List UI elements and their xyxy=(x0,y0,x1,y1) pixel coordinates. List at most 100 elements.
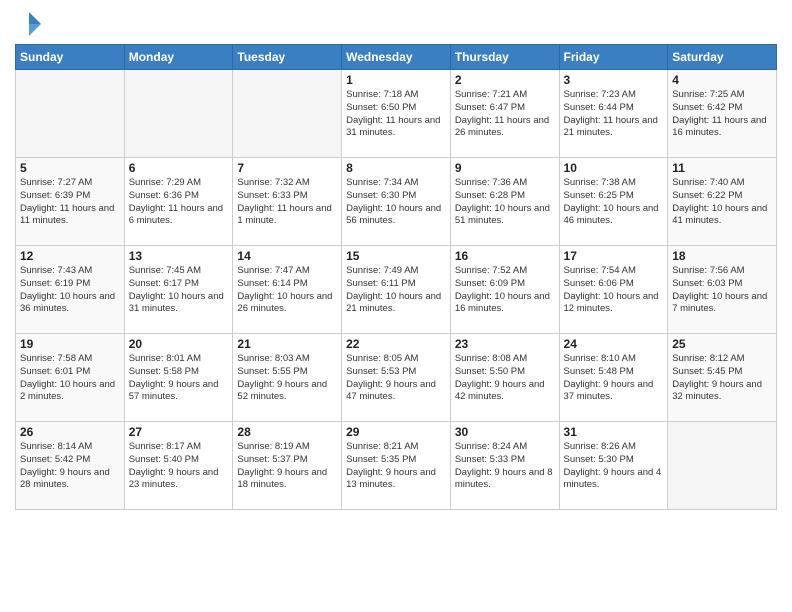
day-info: Sunrise: 8:01 AM Sunset: 5:58 PM Dayligh… xyxy=(129,353,229,404)
calendar-cell: 1 Sunrise: 7:18 AM Sunset: 6:50 PM Daylig… xyxy=(342,70,451,158)
day-number: 11 xyxy=(672,161,772,175)
day-info: Sunrise: 8:03 AM Sunset: 5:55 PM Dayligh… xyxy=(237,353,337,404)
day-number: 29 xyxy=(346,425,446,439)
day-number: 14 xyxy=(237,249,337,263)
day-number: 3 xyxy=(564,73,664,87)
calendar-cell: 24 Sunrise: 8:10 AM Sunset: 5:48 PM Dayli… xyxy=(559,334,668,422)
day-number: 5 xyxy=(20,161,120,175)
day-info: Sunrise: 8:24 AM Sunset: 5:33 PM Dayligh… xyxy=(455,441,555,492)
day-info: Sunrise: 8:19 AM Sunset: 5:37 PM Dayligh… xyxy=(237,441,337,492)
day-info: Sunrise: 8:26 AM Sunset: 5:30 PM Dayligh… xyxy=(564,441,664,492)
day-info: Sunrise: 7:36 AM Sunset: 6:28 PM Dayligh… xyxy=(455,177,555,228)
day-info: Sunrise: 7:45 AM Sunset: 6:17 PM Dayligh… xyxy=(129,265,229,316)
day-number: 16 xyxy=(455,249,555,263)
day-number: 8 xyxy=(346,161,446,175)
calendar-cell: 13 Sunrise: 7:45 AM Sunset: 6:17 PM Dayli… xyxy=(124,246,233,334)
calendar-cell: 16Sunrise: 7:52 AM Sunset: 6:09 PM Dayli… xyxy=(450,246,559,334)
day-number: 26 xyxy=(20,425,120,439)
day-number: 20 xyxy=(129,337,229,351)
calendar-cell: 29 Sunrise: 8:21 AM Sunset: 5:35 PM Dayli… xyxy=(342,422,451,510)
col-thursday: Thursday xyxy=(450,45,559,70)
calendar-cell: 8 Sunrise: 7:34 AM Sunset: 6:30 PM Daylig… xyxy=(342,158,451,246)
calendar-cell: 9Sunrise: 7:36 AM Sunset: 6:28 PM Daylig… xyxy=(450,158,559,246)
logo-icon xyxy=(15,10,43,38)
day-number: 27 xyxy=(129,425,229,439)
calendar-week-row: 5 Sunrise: 7:27 AM Sunset: 6:39 PM Daylig… xyxy=(16,158,777,246)
day-number: 17 xyxy=(564,249,664,263)
day-number: 24 xyxy=(564,337,664,351)
day-info: Sunrise: 7:47 AM Sunset: 6:14 PM Dayligh… xyxy=(237,265,337,316)
day-number: 10 xyxy=(564,161,664,175)
day-info: Sunrise: 8:05 AM Sunset: 5:53 PM Dayligh… xyxy=(346,353,446,404)
day-info: Sunrise: 7:38 AM Sunset: 6:25 PM Dayligh… xyxy=(564,177,664,228)
calendar-cell: 22 Sunrise: 8:05 AM Sunset: 5:53 PM Dayli… xyxy=(342,334,451,422)
day-info: Sunrise: 8:21 AM Sunset: 5:35 PM Dayligh… xyxy=(346,441,446,492)
calendar-cell: 3 Sunrise: 7:23 AM Sunset: 6:44 PM Daylig… xyxy=(559,70,668,158)
calendar-cell: 4Sunrise: 7:25 AM Sunset: 6:42 PM Daylig… xyxy=(668,70,777,158)
calendar-cell: 26 Sunrise: 8:14 AM Sunset: 5:42 PM Dayli… xyxy=(16,422,125,510)
day-number: 18 xyxy=(672,249,772,263)
day-info: Sunrise: 7:43 AM Sunset: 6:19 PM Dayligh… xyxy=(20,265,120,316)
day-number: 28 xyxy=(237,425,337,439)
calendar-cell: 17 Sunrise: 7:54 AM Sunset: 6:06 PM Dayli… xyxy=(559,246,668,334)
day-number: 22 xyxy=(346,337,446,351)
col-tuesday: Tuesday xyxy=(233,45,342,70)
calendar-cell xyxy=(233,70,342,158)
day-number: 1 xyxy=(346,73,446,87)
day-info: Sunrise: 7:49 AM Sunset: 6:11 PM Dayligh… xyxy=(346,265,446,316)
header xyxy=(15,10,777,38)
calendar-cell xyxy=(16,70,125,158)
calendar-cell xyxy=(124,70,233,158)
calendar-cell: 7 Sunrise: 7:32 AM Sunset: 6:33 PM Daylig… xyxy=(233,158,342,246)
day-info: Sunrise: 7:29 AM Sunset: 6:36 PM Dayligh… xyxy=(129,177,229,228)
day-number: 13 xyxy=(129,249,229,263)
col-saturday: Saturday xyxy=(668,45,777,70)
calendar-cell: 12 Sunrise: 7:43 AM Sunset: 6:19 PM Dayli… xyxy=(16,246,125,334)
day-number: 12 xyxy=(20,249,120,263)
calendar-week-row: 26 Sunrise: 8:14 AM Sunset: 5:42 PM Dayli… xyxy=(16,422,777,510)
col-sunday: Sunday xyxy=(16,45,125,70)
calendar-cell: 11 Sunrise: 7:40 AM Sunset: 6:22 PM Dayli… xyxy=(668,158,777,246)
calendar-header-row: Sunday Monday Tuesday Wednesday Thursday… xyxy=(16,45,777,70)
calendar-week-row: 12 Sunrise: 7:43 AM Sunset: 6:19 PM Dayli… xyxy=(16,246,777,334)
calendar-cell: 27 Sunrise: 8:17 AM Sunset: 5:40 PM Dayli… xyxy=(124,422,233,510)
day-info: Sunrise: 7:34 AM Sunset: 6:30 PM Dayligh… xyxy=(346,177,446,228)
day-info: Sunrise: 8:17 AM Sunset: 5:40 PM Dayligh… xyxy=(129,441,229,492)
logo xyxy=(15,10,47,38)
day-info: Sunrise: 8:10 AM Sunset: 5:48 PM Dayligh… xyxy=(564,353,664,404)
page: Sunday Monday Tuesday Wednesday Thursday… xyxy=(0,0,792,520)
day-info: Sunrise: 8:12 AM Sunset: 5:45 PM Dayligh… xyxy=(672,353,772,404)
calendar-week-row: 1 Sunrise: 7:18 AM Sunset: 6:50 PM Daylig… xyxy=(16,70,777,158)
calendar-cell: 18 Sunrise: 7:56 AM Sunset: 6:03 PM Dayli… xyxy=(668,246,777,334)
calendar-cell: 10 Sunrise: 7:38 AM Sunset: 6:25 PM Dayli… xyxy=(559,158,668,246)
day-number: 30 xyxy=(455,425,555,439)
calendar-cell: 30 Sunrise: 8:24 AM Sunset: 5:33 PM Dayli… xyxy=(450,422,559,510)
day-info: Sunrise: 8:08 AM Sunset: 5:50 PM Dayligh… xyxy=(455,353,555,404)
day-number: 21 xyxy=(237,337,337,351)
calendar-cell: 5 Sunrise: 7:27 AM Sunset: 6:39 PM Daylig… xyxy=(16,158,125,246)
day-number: 19 xyxy=(20,337,120,351)
day-info: Sunrise: 7:27 AM Sunset: 6:39 PM Dayligh… xyxy=(20,177,120,228)
calendar-cell: 21 Sunrise: 8:03 AM Sunset: 5:55 PM Dayli… xyxy=(233,334,342,422)
col-monday: Monday xyxy=(124,45,233,70)
day-info: Sunrise: 8:14 AM Sunset: 5:42 PM Dayligh… xyxy=(20,441,120,492)
day-info: Sunrise: 7:32 AM Sunset: 6:33 PM Dayligh… xyxy=(237,177,337,228)
col-friday: Friday xyxy=(559,45,668,70)
calendar-cell xyxy=(668,422,777,510)
day-info: Sunrise: 7:18 AM Sunset: 6:50 PM Dayligh… xyxy=(346,89,446,140)
day-number: 25 xyxy=(672,337,772,351)
day-info: Sunrise: 7:40 AM Sunset: 6:22 PM Dayligh… xyxy=(672,177,772,228)
day-number: 4 xyxy=(672,73,772,87)
day-info: Sunrise: 7:54 AM Sunset: 6:06 PM Dayligh… xyxy=(564,265,664,316)
day-number: 15 xyxy=(346,249,446,263)
calendar-cell: 25 Sunrise: 8:12 AM Sunset: 5:45 PM Dayli… xyxy=(668,334,777,422)
day-number: 31 xyxy=(564,425,664,439)
calendar-week-row: 19Sunrise: 7:58 AM Sunset: 6:01 PM Dayli… xyxy=(16,334,777,422)
day-info: Sunrise: 7:56 AM Sunset: 6:03 PM Dayligh… xyxy=(672,265,772,316)
day-number: 7 xyxy=(237,161,337,175)
col-wednesday: Wednesday xyxy=(342,45,451,70)
calendar-cell: 23Sunrise: 8:08 AM Sunset: 5:50 PM Dayli… xyxy=(450,334,559,422)
calendar-cell: 31 Sunrise: 8:26 AM Sunset: 5:30 PM Dayli… xyxy=(559,422,668,510)
calendar-cell: 19Sunrise: 7:58 AM Sunset: 6:01 PM Dayli… xyxy=(16,334,125,422)
day-info: Sunrise: 7:23 AM Sunset: 6:44 PM Dayligh… xyxy=(564,89,664,140)
